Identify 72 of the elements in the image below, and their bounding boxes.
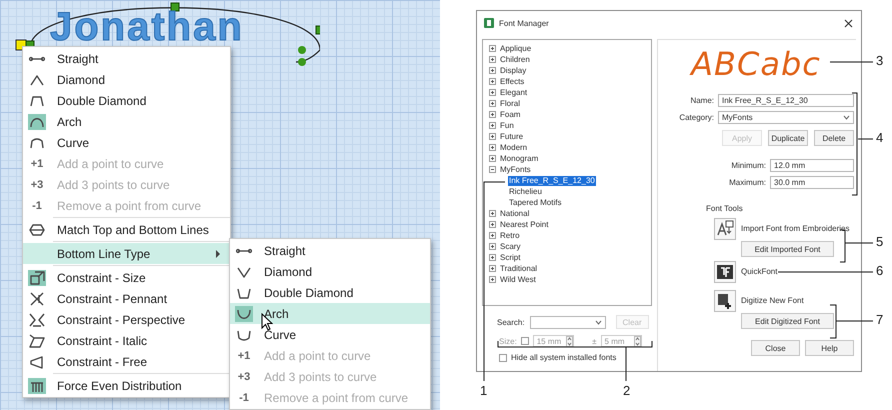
menu-item[interactable]: Straight <box>23 48 230 69</box>
menu-item[interactable]: Constraint - Perspective <box>23 309 230 330</box>
menu-item[interactable]: Constraint - Pennant <box>23 288 230 309</box>
tree-item[interactable]: Retro <box>499 230 521 240</box>
menu-item[interactable]: Diamond <box>230 261 430 282</box>
menu-item[interactable]: Force Even Distribution <box>23 375 230 396</box>
field-label: Category: <box>678 113 714 122</box>
tree-item[interactable]: Floral <box>499 98 522 108</box>
menu-item[interactable]: Double Diamond <box>230 282 430 303</box>
callout-number: 7 <box>876 312 884 327</box>
tree-item[interactable]: National <box>499 208 530 218</box>
plus-minus-label: ± <box>592 336 597 346</box>
menu-item[interactable]: Curve <box>230 324 430 345</box>
checkbox-label: Hide all system installed fonts <box>511 353 616 362</box>
menu-item[interactable]: Arch <box>230 303 430 324</box>
tree-item[interactable]: Children <box>499 54 531 64</box>
font-preview: ABCabc <box>691 45 821 83</box>
tree-item[interactable]: Applique <box>499 44 532 54</box>
tree-item[interactable]: Foam <box>499 110 522 120</box>
dialog-button[interactable]: Help <box>805 340 854 356</box>
menu-item[interactable]: Match Top and Bottom Lines <box>23 219 230 240</box>
tree-item[interactable]: Wild West <box>499 274 537 284</box>
menu-item[interactable]: Straight <box>230 240 430 261</box>
field-label: Name: <box>689 96 714 105</box>
tree-item[interactable]: Modern <box>499 142 528 152</box>
menu-item[interactable]: Double Diamond <box>23 90 230 111</box>
tree-item[interactable]: Tapered Motifs <box>508 198 562 208</box>
field-label: Size: <box>499 336 517 346</box>
callout-number: 4 <box>876 130 884 145</box>
field-label: Maximum: <box>728 178 766 187</box>
menu-item[interactable]: Curve <box>23 132 230 153</box>
tree-item[interactable]: MyFonts <box>499 164 532 174</box>
tree-item[interactable]: Nearest Point <box>499 220 550 230</box>
tree-item[interactable]: Elegant <box>499 88 528 98</box>
callout-number: 6 <box>876 263 884 278</box>
group-label: Font Tools <box>706 204 744 213</box>
menu-item[interactable]: Constraint - Free <box>23 351 230 372</box>
dialog-button[interactable]: Close <box>751 340 800 356</box>
field-label: Search: <box>497 318 525 326</box>
callout-number: 3 <box>876 53 884 68</box>
tool-label: Digitize New Font <box>741 295 804 307</box>
tree-item[interactable]: Scary <box>499 242 522 252</box>
tool-button[interactable]: Edit Digitized Font <box>741 313 834 329</box>
tree-item[interactable]: Effects <box>499 76 526 86</box>
tool-label: QuickFont <box>741 266 778 278</box>
menu-item[interactable]: Diamond <box>23 69 230 90</box>
callout-number: 2 <box>623 383 630 398</box>
tree-item[interactable]: Traditional <box>499 264 538 274</box>
action-button[interactable]: Duplicate <box>768 130 808 146</box>
tree-item[interactable]: Display <box>499 66 528 76</box>
tree-item[interactable]: Script <box>499 252 522 262</box>
callout-number: 1 <box>480 383 488 398</box>
menu-item[interactable]: Constraint - Italic <box>23 330 230 351</box>
maximum-field[interactable]: 30.0 mm <box>770 176 854 189</box>
field-label: Minimum: <box>730 161 766 170</box>
tree-item[interactable]: Ink Free_R_S_E_12_30 <box>508 176 596 186</box>
menu-item[interactable]: Constraint - Size <box>23 267 230 288</box>
menu-item[interactable]: Bottom Line Type <box>23 243 230 264</box>
category-dropdown[interactable]: MyFonts <box>718 111 854 124</box>
tree-item[interactable]: Fun <box>499 120 515 130</box>
window-title: Font Manager <box>499 18 550 28</box>
tool-label: Import Font from Embroideries <box>741 223 850 235</box>
design-text: Jonathan <box>50 9 244 45</box>
minimum-field[interactable]: 12.0 mm <box>770 159 854 172</box>
action-button[interactable]: Delete <box>814 130 854 146</box>
tree-item[interactable]: Richelieu <box>508 186 543 196</box>
tree-item[interactable]: Future <box>499 132 524 142</box>
tree-item[interactable]: Monogram <box>499 154 540 164</box>
menu-item[interactable]: Arch <box>23 111 230 132</box>
tool-button[interactable]: Edit Imported Font <box>741 241 834 257</box>
name-field[interactable]: Ink Free_R_S_E_12_30 <box>718 94 854 107</box>
callout-number: 5 <box>876 234 884 249</box>
